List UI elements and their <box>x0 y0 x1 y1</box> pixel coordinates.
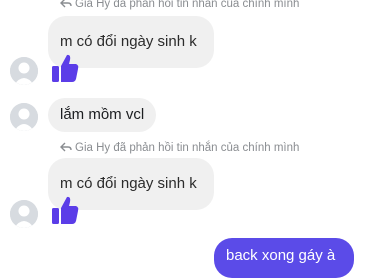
reply-arrow-icon <box>60 142 72 152</box>
avatar[interactable] <box>10 57 38 85</box>
quoted-message-text: m có đổi ngày sinh k <box>60 175 197 192</box>
avatar-placeholder-icon <box>10 57 38 85</box>
reply-note: Gia Hy đã phản hồi tin nhắn của chính mì… <box>60 0 299 11</box>
reply-note: Gia Hy đã phản hồi tin nhắn của chính mì… <box>60 141 299 155</box>
avatar[interactable] <box>10 200 38 228</box>
avatar-placeholder-icon <box>10 200 38 228</box>
message-bubble[interactable]: lắm mồm vcl <box>48 98 157 132</box>
sent-message-bubble[interactable]: back xong gáy à <box>214 238 354 278</box>
avatar[interactable] <box>10 103 38 131</box>
reply-note-text: Gia Hy đã phản hồi tin nhắn của chính mì… <box>75 142 300 154</box>
message-text: lắm mồm vcl <box>60 106 145 123</box>
thumbs-up-icon[interactable] <box>50 52 80 84</box>
quoted-message-text: m có đổi ngày sinh k <box>60 33 197 50</box>
reply-note-text: Gia Hy đã phản hồi tin nhắn của chính mì… <box>75 0 300 10</box>
avatar-placeholder-icon <box>10 103 38 131</box>
sent-message-text: back xong gáy à <box>226 247 336 264</box>
thumbs-up-icon[interactable] <box>50 194 80 226</box>
reply-arrow-icon <box>60 0 72 8</box>
